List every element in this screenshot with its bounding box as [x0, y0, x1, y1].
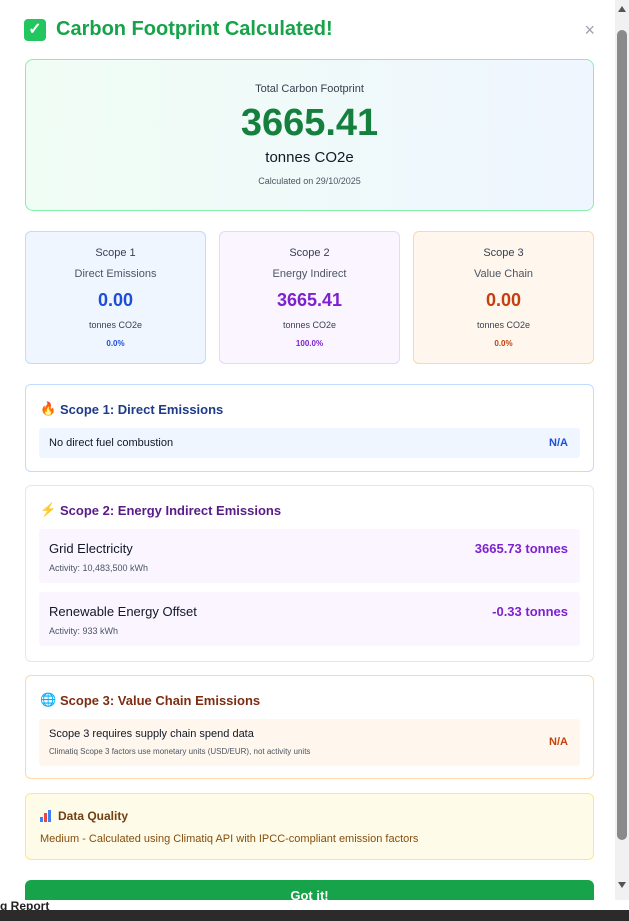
section-title: 🔥 Scope 1: Direct Emissions [40, 401, 223, 417]
section-title-text: Scope 2: Energy Indirect Emissions [60, 502, 282, 518]
scope-value: 0.00 [97, 290, 134, 310]
scroll-up-arrow-icon[interactable] [618, 6, 626, 12]
scope-value: 0.00 [485, 290, 522, 310]
calculated-date: Calculated on 29/10/2025 [258, 176, 361, 186]
scope-unit: tonnes CO2e [282, 320, 337, 330]
scope3-card: Scope 3 Value Chain 0.00 tonnes CO2e 0.0… [413, 231, 594, 364]
row-value: 3665.73 tonnes [474, 541, 568, 556]
row-value: N/A [549, 437, 568, 449]
scope-percent: 100.0% [295, 339, 324, 348]
scope-unit: tonnes CO2e [88, 320, 143, 330]
scroll-thumb[interactable] [617, 30, 627, 840]
scope-name: Scope 2 [289, 247, 330, 259]
emission-row: Renewable Energy Offset -0.33 tonnes Act… [39, 592, 580, 646]
got-it-button[interactable]: Got it! [25, 880, 594, 900]
emission-row: No direct fuel combustion N/A [39, 428, 580, 458]
scope-subtitle: Energy Indirect [272, 268, 347, 280]
total-unit: tonnes CO2e [265, 149, 354, 166]
scope2-card: Scope 2 Energy Indirect 3665.41 tonnes C… [219, 231, 400, 364]
scope-name: Scope 1 [95, 247, 136, 259]
scope3-detail-section: 🌐 Scope 3: Value Chain Emissions Scope 3… [25, 675, 594, 779]
bar-chart-icon [40, 810, 52, 822]
modal-header: ✓ Carbon Footprint Calculated! [24, 18, 333, 41]
scope-unit: tonnes CO2e [476, 320, 531, 330]
section-title-text: Scope 1: Direct Emissions [60, 401, 224, 417]
row-activity: Activity: 10,483,500 kWh [49, 563, 149, 573]
vertical-scrollbar[interactable] [615, 0, 629, 900]
scope2-detail-section: ⚡ Scope 2: Energy Indirect Emissions Gri… [25, 485, 594, 662]
section-title-text: Scope 3: Value Chain Emissions [60, 692, 261, 708]
scope1-detail-section: 🔥 Scope 1: Direct Emissions No direct fu… [25, 384, 594, 472]
row-label: No direct fuel combustion [49, 437, 174, 449]
check-icon: ✓ [24, 18, 46, 41]
row-value: -0.33 tonnes [492, 604, 568, 619]
lightning-icon: ⚡ [40, 502, 57, 517]
row-label: Scope 3 requires supply chain spend data [49, 728, 254, 740]
emission-row: Scope 3 requires supply chain spend data… [39, 719, 580, 766]
data-quality-text: Medium - Calculated using Climatiq API w… [40, 833, 419, 845]
scope1-card: Scope 1 Direct Emissions 0.00 tonnes CO2… [25, 231, 206, 364]
total-value: 3665.41 [240, 102, 379, 144]
row-label: Grid Electricity [49, 541, 133, 556]
close-icon[interactable]: × [584, 20, 595, 41]
scope-percent: 0.0% [106, 339, 125, 348]
data-quality-title: Data Quality [40, 809, 128, 823]
total-label: Total Carbon Footprint [255, 83, 364, 95]
scope-name: Scope 3 [483, 247, 524, 259]
scope-percent: 0.0% [494, 339, 513, 348]
background-bottom-bar [0, 910, 629, 921]
data-quality-title-text: Data Quality [58, 809, 129, 823]
row-value: N/A [549, 736, 568, 748]
scope-subtitle: Direct Emissions [74, 268, 157, 280]
results-modal: ✓ Carbon Footprint Calculated! × Total C… [4, 0, 615, 900]
row-activity: Activity: 933 kWh [49, 626, 119, 636]
scroll-down-arrow-icon[interactable] [618, 882, 626, 888]
section-title: ⚡ Scope 2: Energy Indirect Emissions [40, 502, 281, 518]
data-quality-panel: Data Quality Medium - Calculated using C… [25, 793, 594, 860]
modal-title: Carbon Footprint Calculated! [56, 18, 333, 40]
scope-subtitle: Value Chain [473, 268, 534, 280]
fire-icon: 🔥 [40, 401, 57, 416]
total-footprint-card: Total Carbon Footprint 3665.41 tonnes CO… [25, 59, 594, 211]
scope-value: 3665.41 [276, 290, 343, 310]
row-note: Climatiq Scope 3 factors use monetary un… [49, 747, 311, 756]
row-label: Renewable Energy Offset [49, 604, 197, 619]
globe-icon: 🌐 [40, 692, 57, 707]
section-title: 🌐 Scope 3: Value Chain Emissions [40, 692, 260, 708]
emission-row: Grid Electricity 3665.73 tonnes Activity… [39, 529, 580, 583]
